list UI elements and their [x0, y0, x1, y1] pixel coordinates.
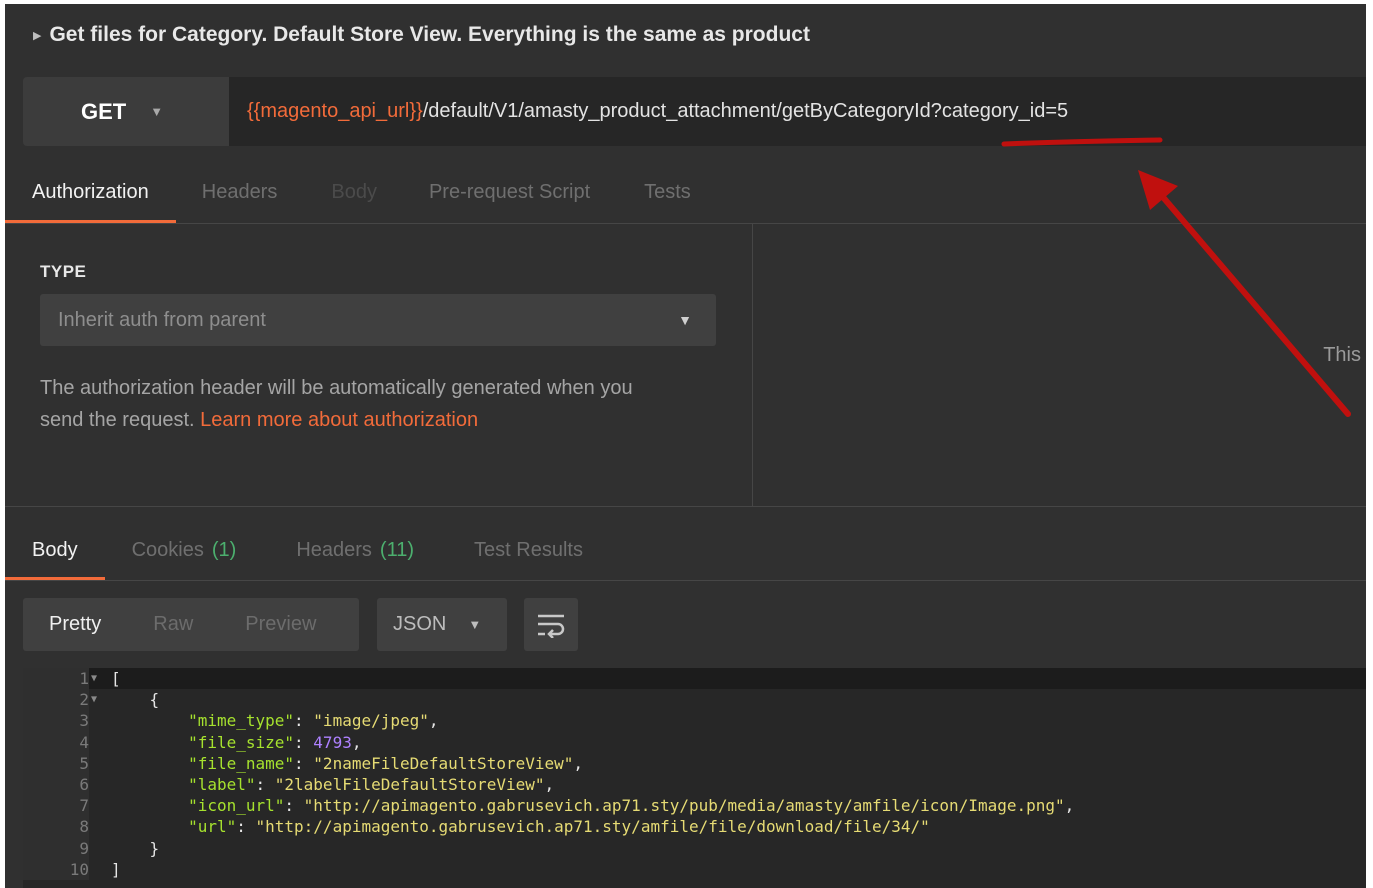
- tab-tests[interactable]: Tests: [644, 162, 691, 223]
- view-pretty-button[interactable]: Pretty: [49, 613, 101, 636]
- request-tabs: Authorization Headers Body Pre-request S…: [5, 162, 1366, 224]
- response-code-viewer[interactable]: 1 ▼ [ 2 ▼ { 3 "mime_type": "image/jpeg", 4…: [23, 668, 1366, 888]
- response-tabs: Body Cookies (1) Headers (11) Test Results: [5, 520, 1366, 581]
- code-line: 10 ]: [23, 858, 1366, 880]
- url-input[interactable]: {{magento_api_url}}/default/V1/amasty_pr…: [229, 77, 1366, 146]
- code-line: 6 "label": "2labelFileDefaultStoreView",: [23, 773, 1366, 796]
- auth-description: The authorization header will be automat…: [40, 377, 633, 431]
- wrap-lines-icon: [538, 614, 565, 638]
- method-label: GET: [81, 98, 127, 124]
- code-line: 3 "mime_type": "image/jpeg",: [23, 710, 1366, 732]
- fold-arrow-icon[interactable]: ▼: [91, 668, 97, 689]
- postman-request-panel: ▶ Get files for Category. Default Store …: [5, 4, 1366, 888]
- tab-authorization[interactable]: Authorization: [5, 162, 176, 223]
- cookies-count: (1): [211, 538, 237, 561]
- view-preview-button[interactable]: Preview: [245, 613, 316, 636]
- url-bar: GET ▼ {{magento_api_url}}/default/V1/ama…: [23, 77, 1366, 146]
- code-line: 5 "file_name": "2nameFileDefaultStoreVie…: [23, 752, 1366, 774]
- auth-type-value: Inherit auth from parent: [58, 308, 266, 331]
- code-line: 1 ▼ [: [23, 668, 1366, 690]
- auth-type-label: TYPE: [40, 262, 87, 281]
- view-mode-toggle: Pretty Raw Preview: [23, 598, 359, 651]
- format-label: JSON: [393, 613, 447, 635]
- code-line: 2 ▼ {: [23, 689, 1366, 711]
- url-path: /default/V1/amasty_product_attachment/ge…: [422, 100, 1069, 122]
- auth-type-select[interactable]: Inherit auth from parent ▼: [40, 294, 716, 346]
- headers-count: (11): [379, 538, 415, 561]
- code-line: 7 "icon_url": "http://apimagento.gabruse…: [23, 795, 1366, 817]
- chevron-down-icon: ▼: [150, 104, 164, 119]
- chevron-down-icon: ▼: [678, 312, 692, 328]
- fold-arrow-icon[interactable]: ▼: [91, 689, 97, 710]
- method-select[interactable]: GET ▼: [23, 77, 229, 146]
- auth-settings: TYPE Inherit auth from parent ▼ The auth…: [5, 224, 752, 506]
- tab-response-body[interactable]: Body: [5, 520, 105, 580]
- tab-response-headers[interactable]: Headers (11): [296, 520, 414, 580]
- tab-body[interactable]: Body: [331, 162, 377, 223]
- tab-pre-request-script[interactable]: Pre-request Script: [429, 162, 590, 223]
- wrap-lines-button[interactable]: [524, 598, 578, 651]
- url-variable: {{magento_api_url}}: [247, 100, 423, 122]
- chevron-down-icon: ▼: [468, 617, 482, 632]
- auth-info-panel: This: [752, 224, 1366, 506]
- code-line: 4 "file_size": 4793,: [23, 731, 1366, 753]
- auth-info-text: This: [1323, 344, 1361, 366]
- tab-cookies[interactable]: Cookies (1): [132, 520, 237, 580]
- code-line: 9 }: [23, 837, 1366, 859]
- tab-test-results[interactable]: Test Results: [474, 520, 583, 580]
- section-divider: [5, 506, 1366, 507]
- request-title-bar[interactable]: ▶ Get files for Category. Default Store …: [5, 4, 1366, 66]
- format-select[interactable]: JSON ▼: [377, 598, 507, 651]
- tab-headers[interactable]: Headers: [202, 162, 278, 223]
- code-line: 8 "url": "http://apimagento.gabrusevich.…: [23, 816, 1366, 838]
- view-raw-button[interactable]: Raw: [153, 613, 193, 636]
- request-title: Get files for Category. Default Store Vi…: [49, 23, 810, 46]
- learn-more-auth-link[interactable]: Learn more about authorization: [200, 409, 478, 431]
- triangle-right-icon[interactable]: ▶: [33, 29, 41, 42]
